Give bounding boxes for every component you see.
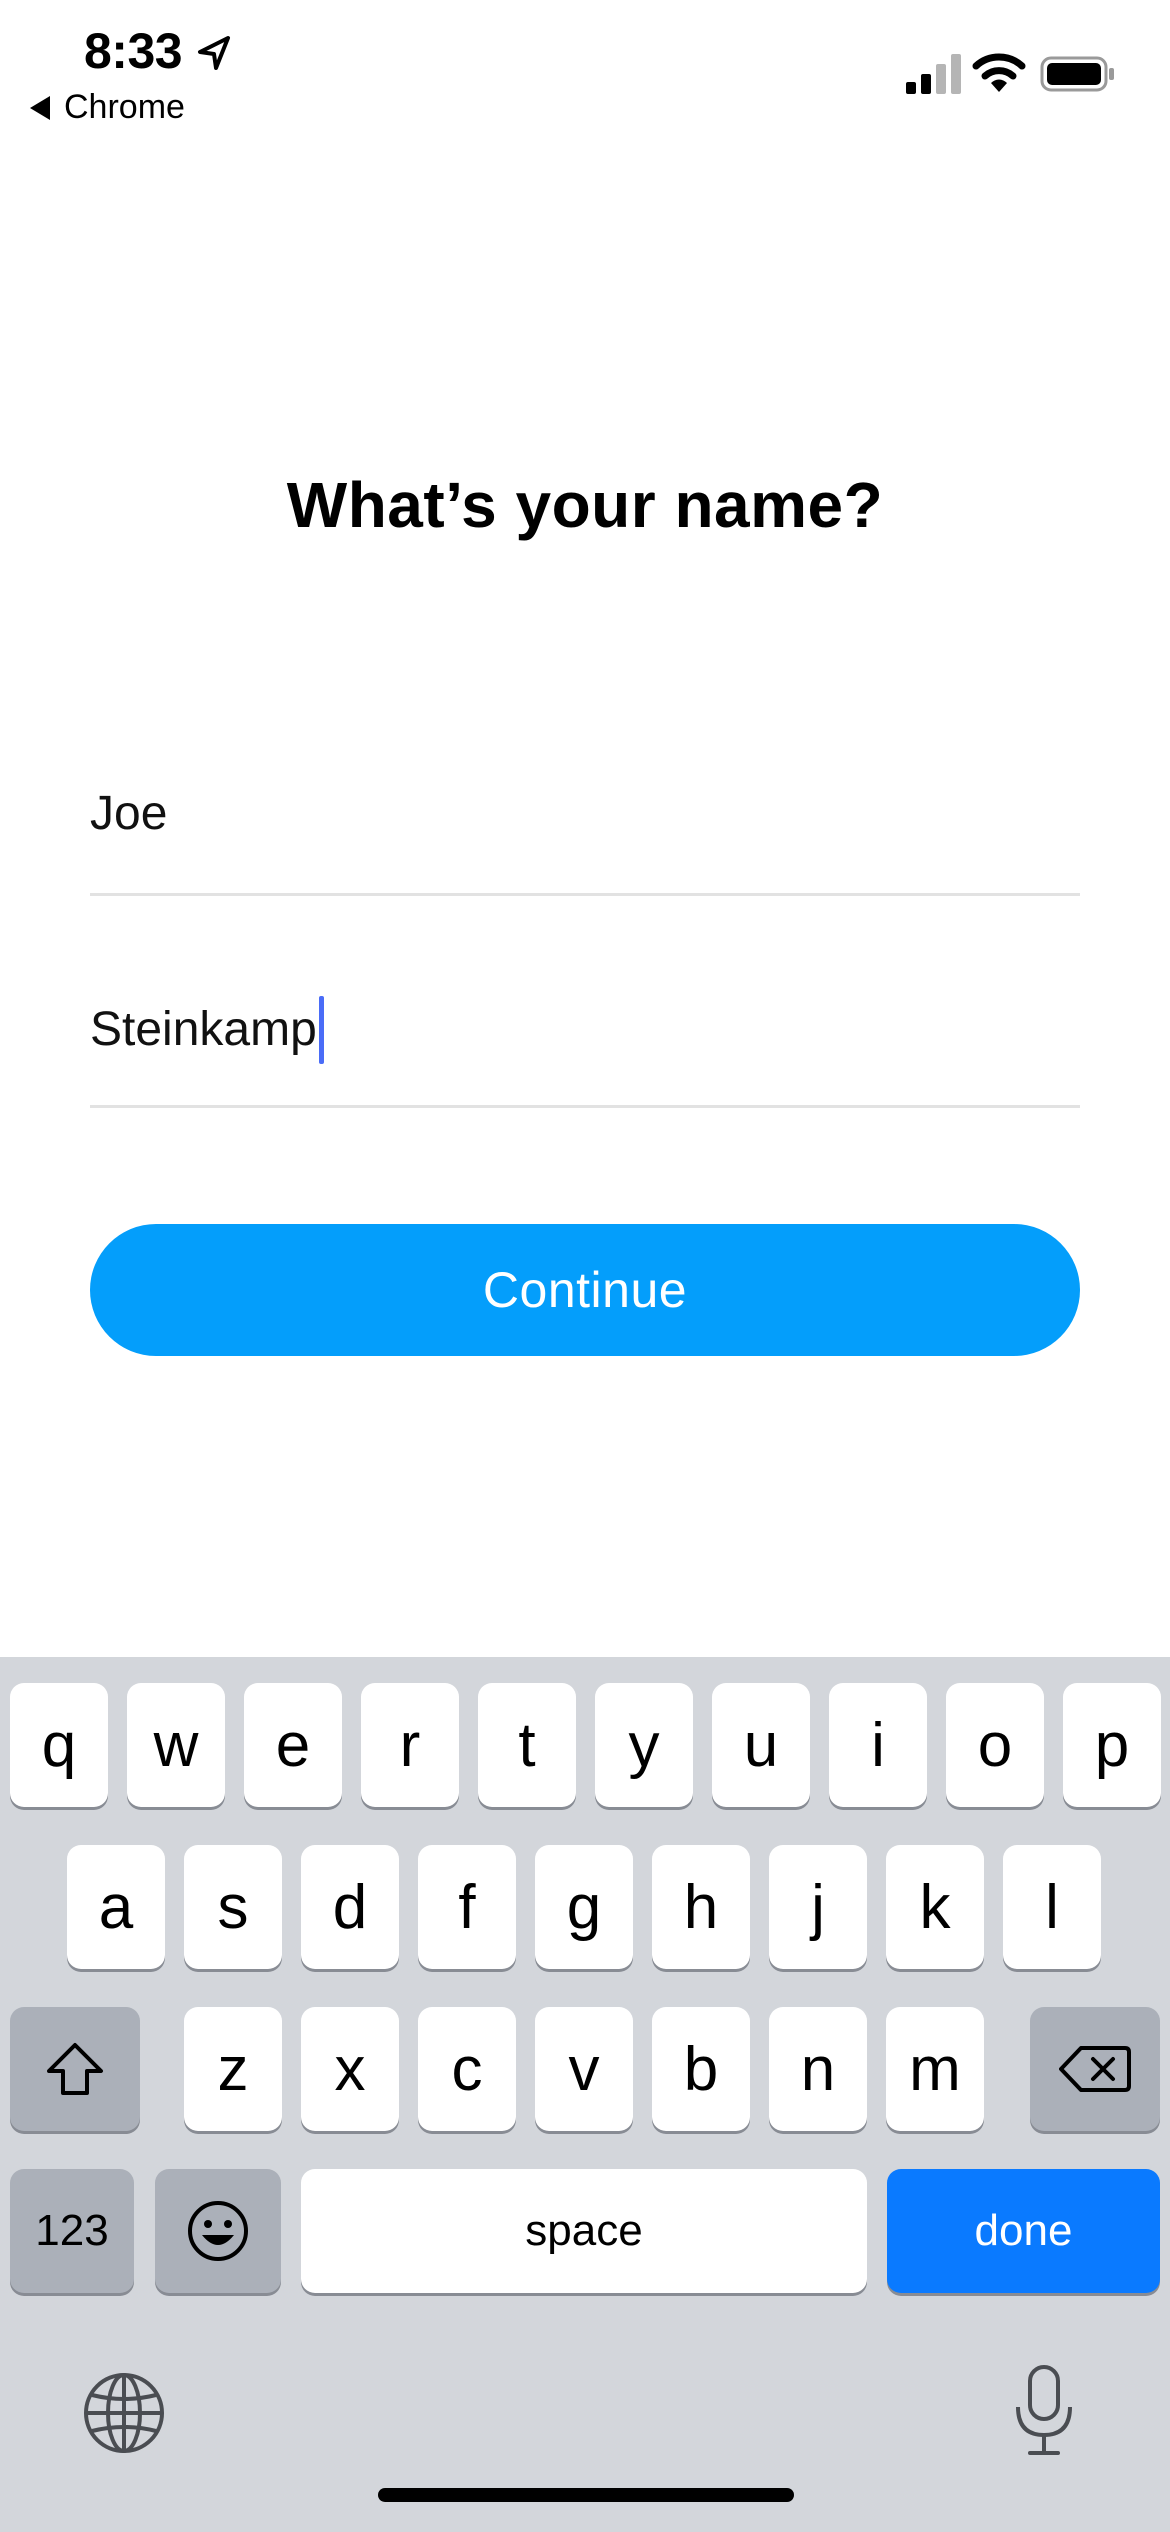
backspace-key[interactable]	[1030, 2007, 1160, 2131]
home-indicator[interactable]	[378, 2488, 794, 2502]
key-o[interactable]: o	[946, 1683, 1044, 1807]
continue-button[interactable]: Continue	[90, 1224, 1080, 1356]
key-q[interactable]: q	[10, 1683, 108, 1807]
battery-icon	[1040, 56, 1114, 92]
key-d[interactable]: d	[301, 1845, 399, 1969]
emoji-key[interactable]	[155, 2169, 281, 2293]
key-g[interactable]: g	[535, 1845, 633, 1969]
key-h[interactable]: h	[652, 1845, 750, 1969]
key-w[interactable]: w	[127, 1683, 225, 1807]
key-x[interactable]: x	[301, 2007, 399, 2131]
emoji-icon	[188, 2201, 248, 2261]
key-r[interactable]: r	[361, 1683, 459, 1807]
keyboard: q w e r t y u i o p a s d f g h j k l z …	[0, 1657, 1170, 2532]
back-triangle-icon	[30, 95, 50, 120]
key-f[interactable]: f	[418, 1845, 516, 1969]
back-app-label: Chrome	[64, 88, 185, 126]
first-name-value: Joe	[90, 787, 168, 840]
key-p[interactable]: p	[1063, 1683, 1161, 1807]
key-j[interactable]: j	[769, 1845, 867, 1969]
key-y[interactable]: y	[595, 1683, 693, 1807]
shift-key[interactable]	[10, 2007, 140, 2131]
last-name-value: Steinkamp	[90, 1003, 317, 1056]
key-t[interactable]: t	[478, 1683, 576, 1807]
space-key[interactable]: space	[301, 2169, 867, 2293]
cellular-signal-icon	[906, 54, 961, 94]
first-name-field[interactable]: Joe	[90, 776, 1080, 896]
globe-icon[interactable]	[82, 2371, 166, 2455]
back-to-app-link[interactable]: Chrome	[30, 88, 185, 127]
done-key[interactable]: done	[887, 2169, 1160, 2293]
key-b[interactable]: b	[652, 2007, 750, 2131]
key-u[interactable]: u	[712, 1683, 810, 1807]
key-i[interactable]: i	[829, 1683, 927, 1807]
numbers-key[interactable]: 123	[10, 2169, 134, 2293]
microphone-icon[interactable]	[1012, 2363, 1076, 2459]
key-c[interactable]: c	[418, 2007, 516, 2131]
key-k[interactable]: k	[886, 1845, 984, 1969]
last-name-field[interactable]: Steinkamp	[90, 988, 1080, 1108]
status-time: 8:33	[84, 23, 183, 79]
text-cursor	[318, 996, 324, 1064]
wifi-icon	[972, 53, 1026, 92]
key-s[interactable]: s	[184, 1845, 282, 1969]
key-e[interactable]: e	[244, 1683, 342, 1807]
key-n[interactable]: n	[769, 2007, 867, 2131]
backspace-icon	[1059, 2046, 1131, 2092]
status-bar: 8:33 Chrome	[0, 0, 1170, 140]
key-l[interactable]: l	[1003, 1845, 1101, 1969]
location-arrow-icon	[198, 36, 230, 70]
key-z[interactable]: z	[184, 2007, 282, 2131]
key-v[interactable]: v	[535, 2007, 633, 2131]
shift-icon	[47, 2043, 103, 2095]
page-title: What’s your name?	[286, 469, 884, 541]
key-m[interactable]: m	[886, 2007, 984, 2131]
key-a[interactable]: a	[67, 1845, 165, 1969]
